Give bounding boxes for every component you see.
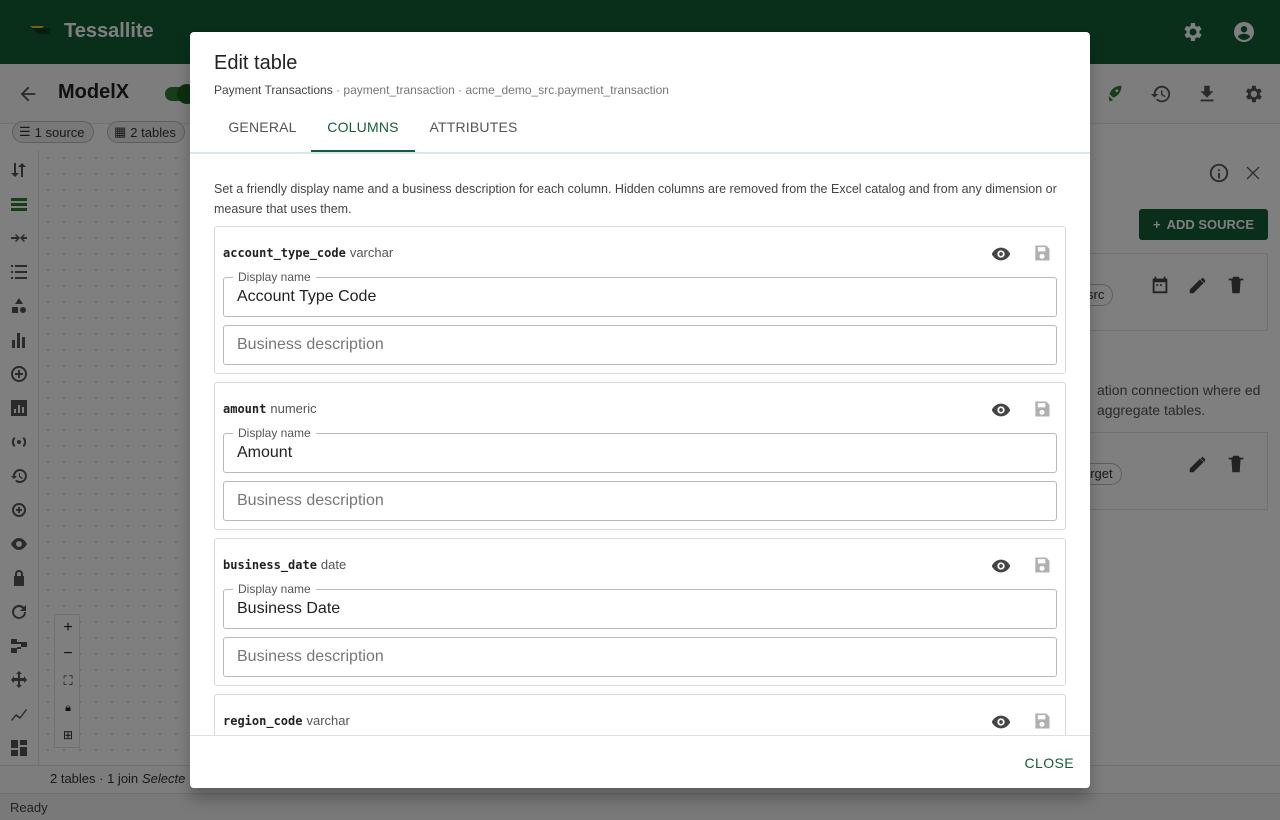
columns-list[interactable]: Set a friendly display name and a busine… bbox=[190, 154, 1090, 735]
display-name-field[interactable]: Display name Amount bbox=[223, 426, 1057, 473]
business-description-field[interactable]: Business description bbox=[223, 481, 1057, 521]
business-description-placeholder: Business description bbox=[237, 492, 384, 509]
tab-attributes[interactable]: ATTRIBUTES bbox=[415, 112, 532, 152]
save-icon[interactable] bbox=[1032, 711, 1052, 731]
dialog-actions: CLOSE bbox=[190, 735, 1090, 788]
save-icon[interactable] bbox=[1032, 399, 1052, 419]
display-name-label: Display name bbox=[233, 426, 316, 440]
save-icon[interactable] bbox=[1032, 243, 1052, 263]
column-name: amount numeric bbox=[223, 401, 317, 416]
display-name-field[interactable]: Display name Account Type Code bbox=[223, 270, 1057, 317]
visibility-icon[interactable] bbox=[990, 711, 1012, 733]
display-name-label: Display name bbox=[233, 582, 316, 596]
business-description-placeholder: Business description bbox=[237, 336, 384, 353]
visibility-icon[interactable] bbox=[990, 243, 1012, 265]
column-card: account_type_code varchar Display name Ac… bbox=[214, 226, 1066, 374]
display-name-label: Display name bbox=[233, 270, 316, 284]
column-card: business_date date Display name Business … bbox=[214, 538, 1066, 686]
tab-columns[interactable]: COLUMNS bbox=[311, 112, 415, 152]
column-card: amount numeric Display name Amount Busine… bbox=[214, 382, 1066, 530]
column-type: numeric bbox=[270, 401, 317, 416]
table-display-name: Payment Transactions bbox=[214, 83, 333, 97]
tab-general[interactable]: GENERAL bbox=[214, 112, 311, 152]
display-name-field[interactable]: Display name Business Date bbox=[223, 582, 1057, 629]
business-description-placeholder: Business description bbox=[237, 648, 384, 665]
dialog-title: Edit table bbox=[214, 52, 298, 74]
column-name: business_date date bbox=[223, 557, 347, 572]
column-type: varchar bbox=[349, 245, 394, 260]
business-description-field[interactable]: Business description bbox=[223, 325, 1057, 365]
business-description-field[interactable]: Business description bbox=[223, 637, 1057, 677]
column-card: region_code varchar bbox=[214, 694, 1066, 735]
column-type: varchar bbox=[306, 713, 350, 728]
close-button[interactable]: CLOSE bbox=[1025, 755, 1074, 771]
display-name-value: Amount bbox=[237, 444, 293, 461]
column-name: account_type_code varchar bbox=[223, 245, 394, 260]
save-icon[interactable] bbox=[1032, 555, 1052, 575]
column-type: date bbox=[320, 557, 347, 572]
column-name: region_code varchar bbox=[223, 713, 350, 728]
table-physical-name: · payment_transaction bbox=[336, 83, 455, 97]
table-qualified-name: · acme_demo_src.payment_transaction bbox=[458, 83, 669, 97]
columns-intro-text: Set a friendly display name and a busine… bbox=[214, 182, 1057, 216]
display-name-value: Account Type Code bbox=[237, 288, 377, 305]
visibility-icon[interactable] bbox=[990, 399, 1012, 421]
edit-table-dialog: Edit table Payment Transactions · paymen… bbox=[190, 32, 1090, 788]
dialog-subtitle: Payment Transactions · payment_transacti… bbox=[214, 83, 669, 97]
display-name-value: Business Date bbox=[237, 600, 341, 617]
visibility-icon[interactable] bbox=[990, 555, 1012, 577]
